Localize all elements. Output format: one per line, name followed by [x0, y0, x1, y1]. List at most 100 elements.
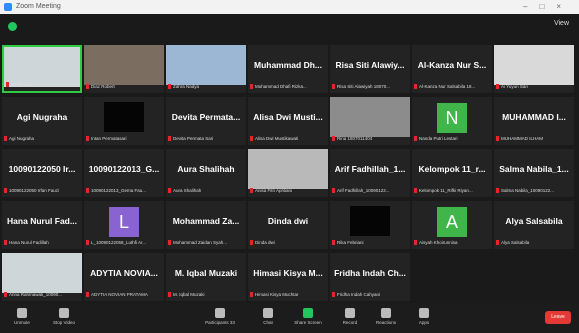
participant-name-label: Anna Rahmawati_10090...	[4, 292, 80, 299]
participants-count: 33	[229, 320, 235, 325]
muted-mic-icon	[414, 84, 417, 90]
participant-tile[interactable]: Muhammad Dh... Muhammad Dhafi Rizka...	[248, 45, 328, 93]
participant-tile[interactable]: Intan Permatasari	[84, 97, 164, 145]
participant-tile[interactable]: Anna Rahmawati_10090...	[2, 253, 82, 301]
participant-name-label: Aisyah Khoirunnisa	[414, 240, 490, 247]
participant-name-label: Al-Kanza Nur Salsabila 18...	[414, 84, 490, 91]
muted-mic-icon	[250, 136, 253, 142]
stop-video-button[interactable]: Stop Video	[44, 306, 84, 325]
participant-name-label: 10090122050 Irfan Fauzi	[4, 188, 80, 195]
window-titlebar: Zoom Meeting –□×	[0, 0, 579, 14]
participant-display-name: Hana Nurul Fad...	[7, 216, 77, 226]
participant-tile[interactable]: Aura Shalihah Aura Shalihah	[166, 149, 246, 197]
meeting-toolbar: Unmute Stop Video Participants 33 Chat S…	[0, 303, 579, 333]
participants-button[interactable]: Participants 33	[200, 306, 240, 325]
participant-tile[interactable]: Al-Kanza Nur S... Al-Kanza Nur Salsabila …	[412, 45, 492, 93]
chat-button[interactable]: Chat	[248, 306, 288, 325]
participant-tile[interactable]: Hana Nurul Fad... Hana Nurul Fadillah	[2, 201, 82, 249]
muted-mic-icon	[168, 188, 171, 194]
participant-tile[interactable]: Alya Salsabila Alya Salsabila	[494, 201, 574, 249]
muted-mic-icon	[86, 188, 89, 194]
record-button[interactable]: Record	[330, 306, 370, 325]
participant-tile[interactable]: Agi Nugraha Agi Nugraha	[2, 97, 82, 145]
participant-display-name: Himasi Kisya M...	[253, 268, 323, 278]
share-screen-button[interactable]: Share Screen	[288, 306, 328, 325]
participant-avatar: A	[437, 207, 467, 237]
participant-tile[interactable]: Rika Febriani	[330, 201, 410, 249]
participant-tile[interactable]: Dinda dwi Dinda dwi	[248, 201, 328, 249]
participant-tile[interactable]: 10090122013_G... 10090122013_Gema Fau...	[84, 149, 164, 197]
muted-mic-icon	[250, 240, 253, 246]
muted-mic-icon	[86, 240, 89, 246]
participant-tile[interactable]: Anisa Fitri Apriliani	[248, 149, 328, 197]
muted-mic-icon	[168, 292, 171, 298]
participant-tile[interactable]: Devita Permata... Devita Permata Sari	[166, 97, 246, 145]
participant-video	[166, 45, 246, 85]
participant-tile[interactable]: MUHAMMAD I... MUHAMMAD ILHAM	[494, 97, 574, 145]
participant-display-name: Aura Shalihah	[177, 164, 235, 174]
participant-tile[interactable]: Alisa Dwi Musti... Alisa Dwi Mustikawati	[248, 97, 328, 145]
participant-name-label: Devita Permata Sari	[168, 136, 244, 143]
participant-name-label: Kelompok 11_Rifki Riyan...	[414, 188, 490, 195]
participant-video-off	[104, 102, 144, 132]
participant-tile[interactable]: Diaz Robert	[84, 45, 164, 93]
participant-name-label: Rika Febriani	[332, 240, 408, 247]
participant-name-label: Rina 1807011404	[332, 136, 408, 143]
participants-icon	[215, 308, 225, 318]
participant-display-name: MUHAMMAD I...	[502, 112, 566, 122]
participant-display-name: Mohammad Za...	[172, 216, 240, 226]
participant-avatar: N	[437, 103, 467, 133]
reactions-button[interactable]: Reactions	[366, 306, 406, 325]
participant-tile[interactable]: A Aisyah Khoirunnisa	[412, 201, 492, 249]
participant-display-name: Fridha Indah Ch...	[334, 268, 406, 278]
participant-name-label: Salma Nabila_10090122...	[496, 188, 572, 195]
muted-mic-icon	[414, 188, 417, 194]
muted-mic-icon	[250, 188, 253, 194]
participant-name-label: Arif Fadhillah_10090122...	[332, 188, 408, 195]
participant-tile[interactable]: Risa Siti Alawiy... Risa Siti Alawiyah 18…	[330, 45, 410, 93]
participant-tile[interactable]: Ai Yuyun Sari	[494, 45, 574, 93]
security-shield-icon[interactable]	[8, 22, 17, 31]
participant-video	[84, 45, 164, 85]
participant-tile[interactable]: M. Iqbal Muzaki M. Iqbal Muzaki	[166, 253, 246, 301]
window-title: Zoom Meeting	[16, 3, 61, 10]
participant-tile[interactable]: Rina 1807011404	[330, 97, 410, 145]
muted-mic-icon	[4, 240, 7, 246]
video-camera-icon	[59, 308, 69, 318]
apps-button[interactable]: Apps	[404, 306, 444, 325]
participant-video	[494, 45, 574, 85]
participant-name-label: Diaz Robert	[86, 84, 162, 91]
leave-button[interactable]: Leave	[545, 311, 571, 324]
muted-mic-icon	[4, 292, 7, 298]
muted-mic-icon	[168, 136, 171, 142]
participant-tile[interactable]: Salma Nabila_1... Salma Nabila_10090122..…	[494, 149, 574, 197]
participant-tile[interactable]: Mohammad Za... Mohammad Zaidan Syah...	[166, 201, 246, 249]
participant-name-label: Fridha Indah Cahyani	[332, 292, 408, 299]
muted-mic-icon	[6, 82, 9, 88]
muted-mic-icon	[168, 240, 171, 246]
participant-tile[interactable]: L L_10090122058_Luthfi Ar...	[84, 201, 164, 249]
window-controls[interactable]: –□×	[523, 2, 573, 11]
participant-tile[interactable]: Zahra Nadya	[166, 45, 246, 93]
unmute-button[interactable]: Unmute	[2, 306, 42, 325]
participant-tile[interactable]: Arif Fadhillah_1... Arif Fadhillah_100901…	[330, 149, 410, 197]
participant-tile[interactable]: Fridha Indah Ch... Fridha Indah Cahyani	[330, 253, 410, 301]
participant-tile[interactable]: Zoom User	[2, 45, 82, 93]
participant-name-label: Aura Shalihah	[168, 188, 244, 195]
muted-mic-icon	[414, 240, 417, 246]
participant-tile[interactable]: Himasi Kisya M... Himasi Kisya Muchtar	[248, 253, 328, 301]
muted-mic-icon	[332, 240, 335, 246]
participant-display-name: Alya Salsabila	[505, 216, 563, 226]
participant-display-name: Muhammad Dh...	[253, 60, 322, 70]
participant-tile[interactable]: ADYTIA NOVIA... ADYTIA NOVIAN PRATAMA	[84, 253, 164, 301]
participant-tile[interactable]: N Nanda Putri Lestari	[412, 97, 492, 145]
participant-display-name: 10090122013_G...	[88, 164, 160, 174]
meeting-topbar	[0, 14, 579, 44]
participant-name-label: Alisa Dwi Mustikawati	[250, 136, 326, 143]
participant-name-label: Intan Permatasari	[86, 136, 162, 143]
participant-display-name: Kelompok 11_r...	[418, 164, 486, 174]
participant-tile[interactable]: Kelompok 11_r... Kelompok 11_Rifki Riyan.…	[412, 149, 492, 197]
participant-name-label: Anisa Fitri Apriliani	[250, 188, 326, 195]
participant-tile[interactable]: 10090122050 Ir... 10090122050 Irfan Fauzi	[2, 149, 82, 197]
view-button[interactable]: View	[554, 20, 569, 27]
